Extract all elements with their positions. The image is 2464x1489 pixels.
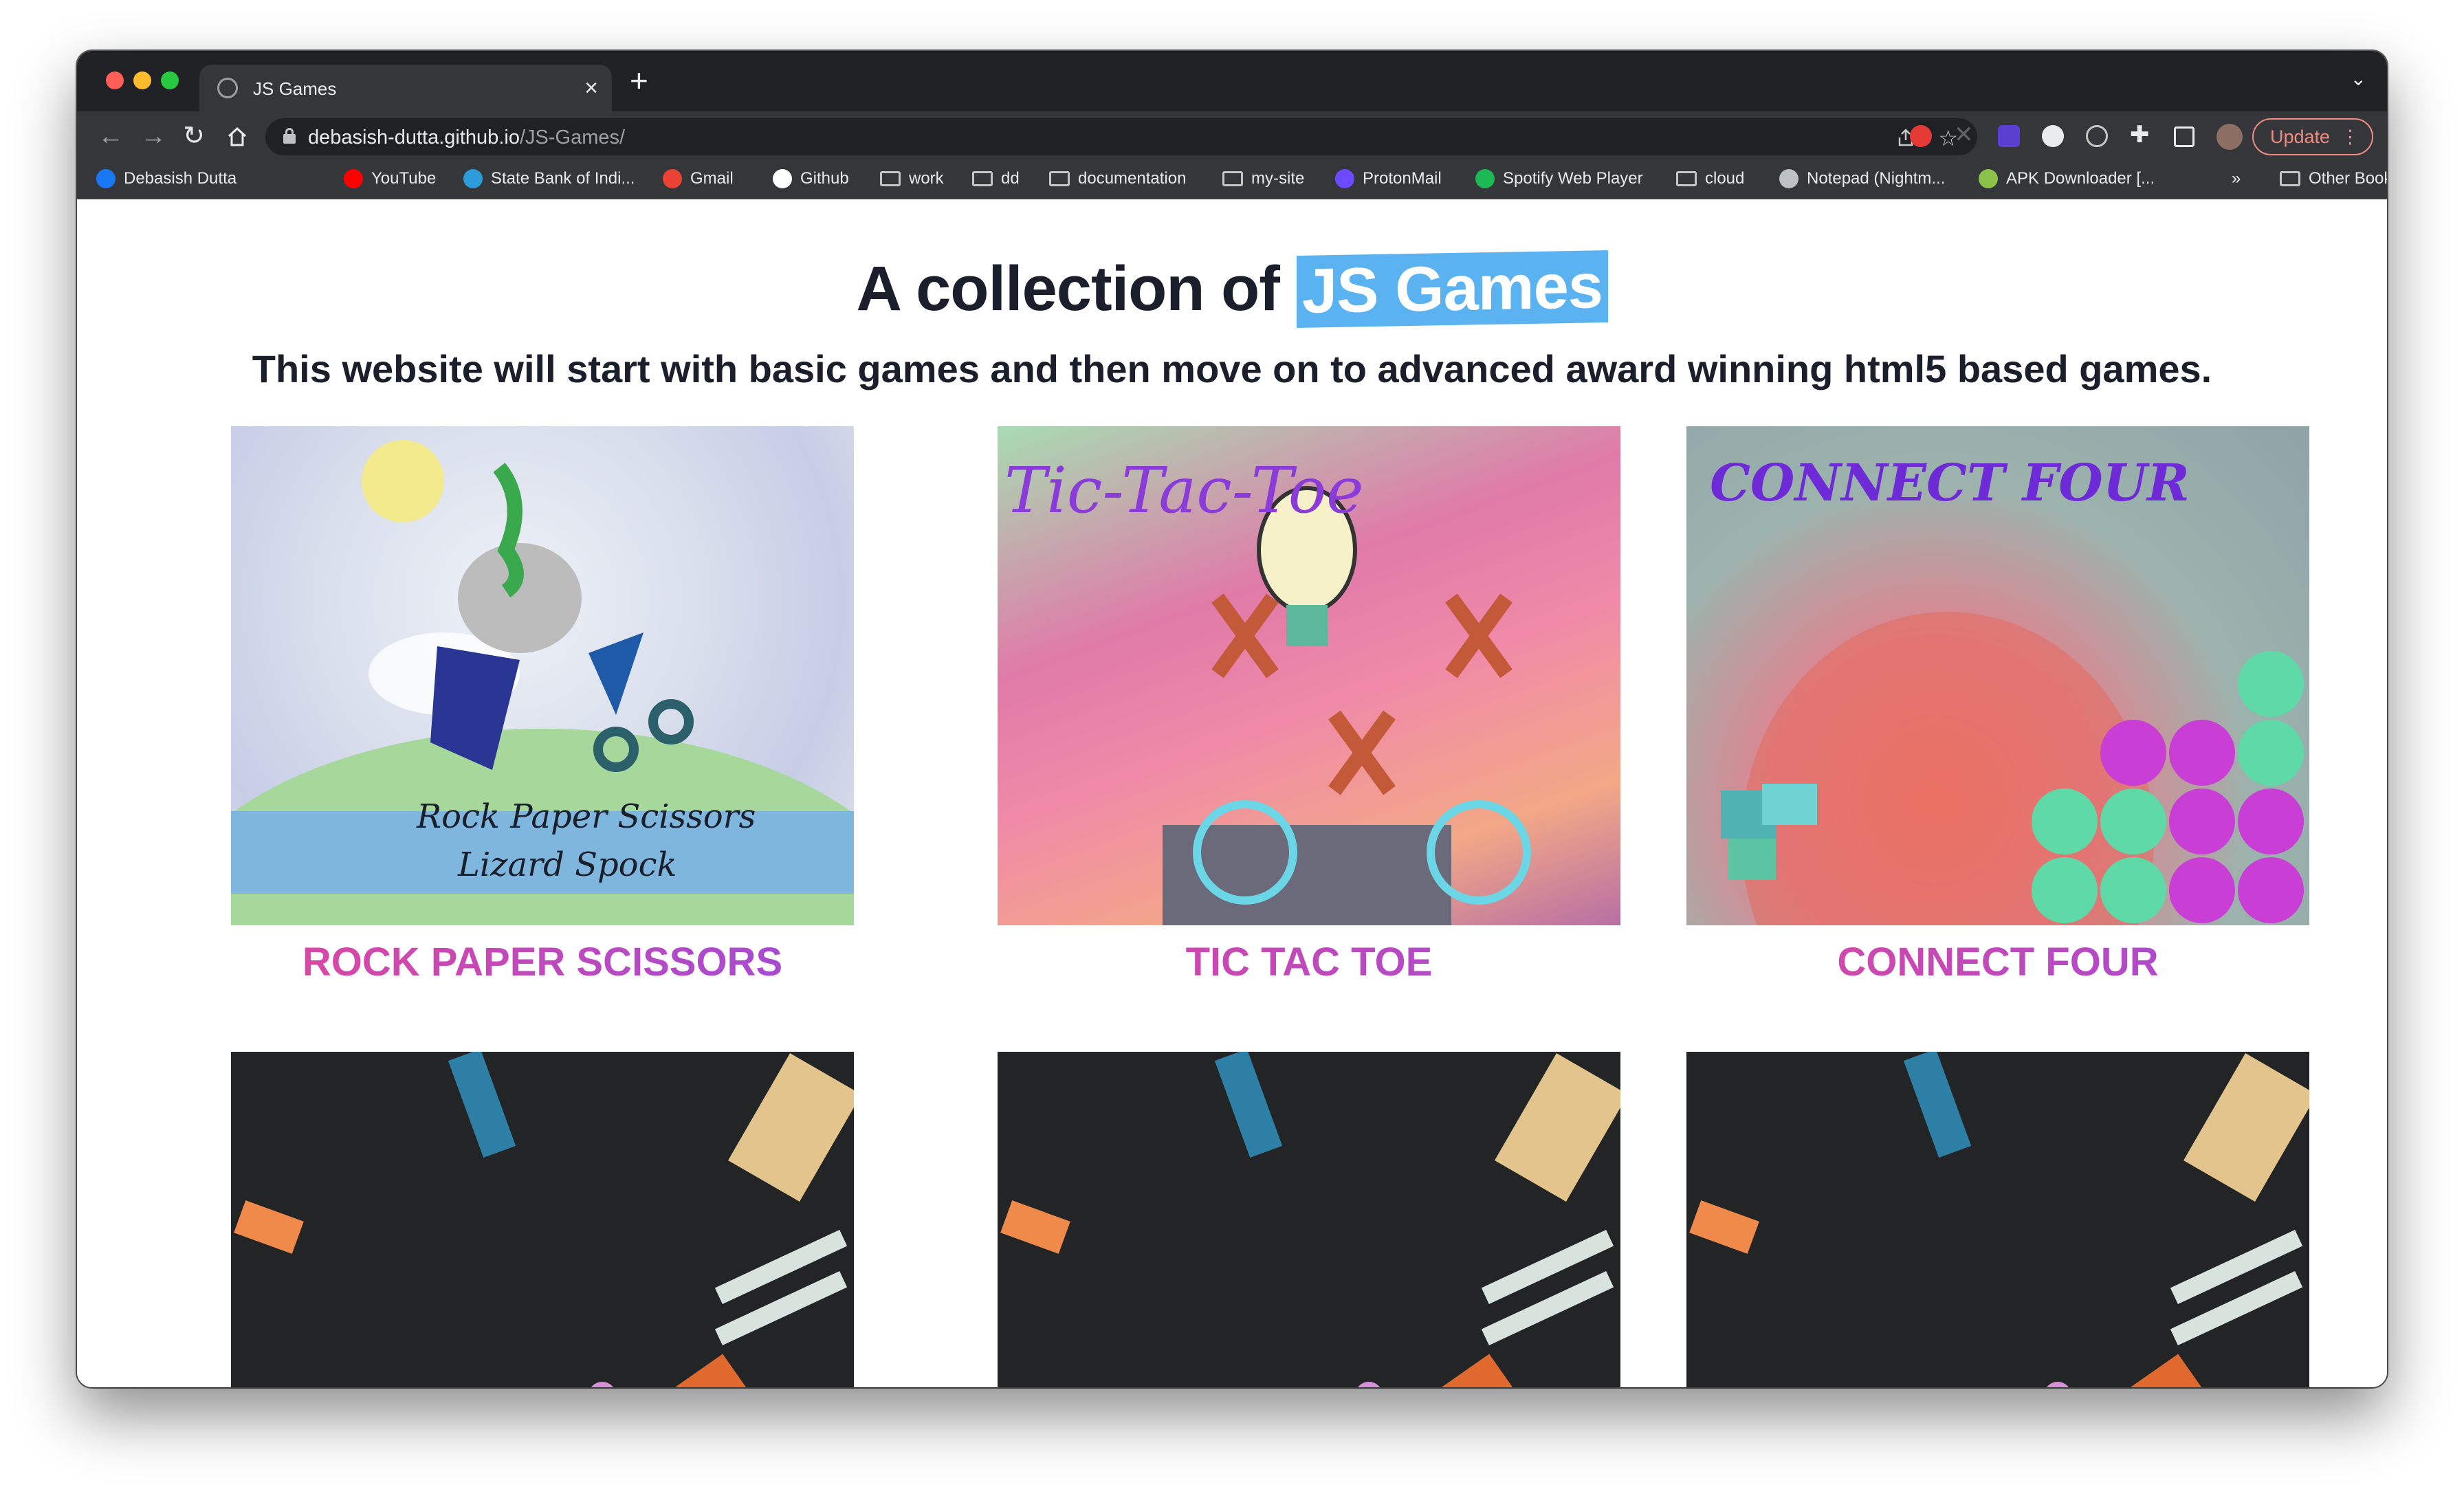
bookmark-label: dd [1001, 169, 1020, 188]
bookmark-spotify-web-player[interactable]: Spotify Web Player [1475, 169, 1643, 188]
bookmark-dd[interactable]: dd [972, 169, 1020, 188]
bookmark-label: YouTube [371, 169, 437, 188]
bookmark-label: my-site [1251, 169, 1305, 188]
game-title-tic-tac-toe[interactable]: TIC TAC TOE [998, 939, 1620, 985]
game-card-placeholder-3[interactable] [1686, 1052, 2309, 1387]
tab-strip: JS Games × + ⌄ [77, 51, 2387, 111]
update-button[interactable]: Update ⋮ [2252, 118, 2373, 155]
bookmark-other-bookmarks[interactable]: Other Bookmarks [2280, 169, 2387, 188]
bookmarks-bar: Debasish Dutta YouTube State Bank of Indi.… [77, 161, 2387, 199]
tab-js-games[interactable]: JS Games × [199, 65, 612, 111]
w-extension-icon[interactable] [2042, 125, 2064, 147]
web-page: A collection of JS Games This website wi… [77, 199, 2387, 1387]
art-text-tic-tac-toe: Tic-Tac-Toe [1004, 454, 1364, 527]
gmail-icon [663, 169, 682, 188]
craft-tools-image[interactable] [998, 1052, 1620, 1387]
rock-paper-scissors-image[interactable]: Rock Paper Scissors Lizard Spock [231, 426, 854, 925]
globe-icon [217, 78, 238, 98]
folder-icon [2280, 171, 2300, 186]
craft-tools-image[interactable] [1686, 1052, 2309, 1387]
minimize-window-button[interactable] [133, 71, 151, 89]
page-subtitle: This website will start with basic games… [252, 347, 2212, 390]
folder-icon [972, 171, 993, 186]
craft-tools-image[interactable] [231, 1052, 854, 1387]
bookmark-cloud[interactable]: cloud [1676, 169, 1744, 188]
bookmark-my-site[interactable]: my-site [1222, 169, 1304, 188]
side-panel-icon[interactable] [2174, 126, 2194, 147]
bookmark-documentation[interactable]: documentation [1049, 169, 1186, 188]
github-icon [773, 169, 792, 188]
game-card-tic-tac-toe[interactable]: Tic-Tac-Toe TIC TAC TOE [998, 426, 1620, 985]
protonmail-icon [1335, 169, 1354, 188]
sbi-icon [463, 169, 483, 188]
game-title-connect-four[interactable]: CONNECT FOUR [1686, 939, 2309, 985]
home-icon[interactable] [227, 126, 248, 147]
game-card-placeholder-1[interactable] [231, 1052, 854, 1387]
url-text[interactable]: debasish-dutta.github.io/JS-Games/ [308, 126, 625, 149]
bookmark-label: Notepad (Nightm... [1807, 169, 1946, 188]
connect-four-image[interactable]: CONNECT FOUR [1686, 426, 2309, 925]
x-extension-icon[interactable]: ✕ [1954, 121, 1974, 148]
back-button[interactable]: ← [98, 121, 124, 151]
new-tab-button[interactable]: + [630, 63, 648, 98]
game-card-rock-paper-scissors[interactable]: Rock Paper Scissors Lizard Spock ROCK PA… [231, 426, 854, 985]
browser-window: JS Games × + ⌄ ← → ↻ debasish-dutta.gith… [77, 51, 2387, 1387]
toolbar: ← → ↻ debasish-dutta.github.io/JS-Games/… [77, 111, 2387, 161]
folder-icon [1222, 171, 1243, 186]
facebook-icon [96, 169, 116, 188]
bookmark-label: APK Downloader [... [2006, 169, 2155, 188]
bookmark-github[interactable]: Github [773, 169, 849, 188]
bookmark-debasish-dutta[interactable]: Debasish Dutta [96, 169, 236, 188]
adblock-extension-icon[interactable] [1910, 125, 1932, 147]
tab-search-button[interactable]: ⌄ [2351, 67, 2366, 90]
page-title: A collection of JS Games [77, 250, 2387, 328]
bookmark-notepad-nightm[interactable]: Notepad (Nightm... [1779, 169, 1945, 188]
bookmark-label: Gmail [690, 169, 734, 188]
game-title-rock-paper-scissors[interactable]: ROCK PAPER SCISSORS [231, 939, 854, 985]
target-extension-icon[interactable] [2086, 125, 2108, 147]
title-highlight: JS Games [1296, 250, 1608, 328]
bookmark-label: work [909, 169, 944, 188]
folder-icon [1049, 171, 1070, 186]
bookmark-label: documentation [1078, 169, 1187, 188]
notepad-icon [1779, 169, 1798, 188]
tic-tac-toe-image[interactable]: Tic-Tac-Toe [998, 426, 1620, 925]
folder-icon [880, 171, 901, 186]
bookmark-label: Spotify Web Player [1503, 169, 1643, 188]
bookmark-state-bank-of-indi[interactable]: State Bank of Indi... [463, 169, 635, 188]
art-text-lizard-spock: Lizard Spock [458, 846, 677, 884]
reload-button[interactable]: ↻ [183, 121, 205, 151]
puzzle-extensions-icon[interactable]: ✚ [2130, 121, 2150, 148]
tab-title: JS Games [253, 78, 337, 99]
bookmark-label: Debasish Dutta [124, 169, 237, 188]
bookmark-work[interactable]: work [880, 169, 944, 188]
bookmark-youtube[interactable]: YouTube [344, 169, 436, 188]
art-text-connect-four: CONNECT FOUR [1710, 454, 2190, 513]
purple-extension-icon[interactable] [1998, 125, 2020, 147]
close-window-button[interactable] [106, 71, 124, 89]
bookmark-label: » [2232, 169, 2241, 188]
bookmark-label: cloud [1705, 169, 1745, 188]
bookmark-label: ProtonMail [1363, 169, 1442, 188]
bookmark-[interactable]: » [2232, 169, 2241, 188]
youtube-icon [344, 169, 363, 188]
forward-button[interactable]: → [140, 121, 166, 151]
maximize-window-button[interactable] [161, 71, 179, 89]
folder-icon [1676, 171, 1697, 186]
bookmark-label: State Bank of Indi... [491, 169, 635, 188]
game-card-placeholder-2[interactable] [998, 1052, 1620, 1387]
profile-avatar[interactable] [2216, 124, 2243, 150]
bookmark-gmail[interactable]: Gmail [663, 169, 734, 188]
bookmark-label: Github [800, 169, 849, 188]
lock-icon[interactable] [283, 128, 296, 144]
address-bar[interactable]: debasish-dutta.github.io/JS-Games/ ☆ [265, 118, 1977, 155]
bookmark-protonmail[interactable]: ProtonMail [1335, 169, 1442, 188]
tab-close-button[interactable]: × [584, 74, 598, 102]
game-card-connect-four[interactable]: CONNECT FOUR CONNECT FOUR [1686, 426, 2309, 985]
art-text-rps: Rock Paper Scissors [417, 797, 756, 836]
bookmark-label: Other Bookmarks [2309, 169, 2387, 188]
bookmark-apk-downloader[interactable]: APK Downloader [... [1979, 169, 2155, 188]
apk-icon [1979, 169, 1998, 188]
spotify-icon [1475, 169, 1495, 188]
